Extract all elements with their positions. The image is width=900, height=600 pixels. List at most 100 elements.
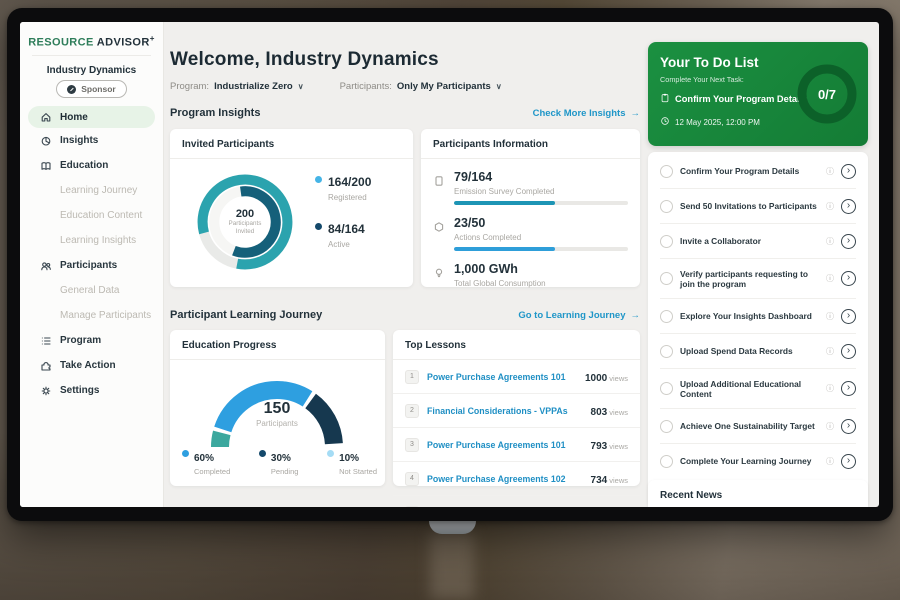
task-checkbox[interactable] — [660, 235, 673, 248]
legend-item-active: 84/164 Active — [315, 220, 371, 249]
lesson-link[interactable]: Power Purchase Agreements 101 — [427, 440, 583, 450]
sidebar-item-program[interactable]: Program — [20, 328, 163, 353]
sidebar-item-learning-insights[interactable]: Learning Insights — [20, 228, 163, 253]
sidebar-item-participants[interactable]: Participants — [20, 253, 163, 278]
info-icon[interactable]: ⓘ — [826, 273, 834, 284]
main-content: Welcome, Industry Dynamics Program: Indu… — [170, 22, 640, 507]
sidebar-item-label: Education — [60, 160, 108, 171]
legend-value: 84/164 — [328, 222, 365, 236]
task-label[interactable]: Verify participants requesting to join t… — [680, 269, 819, 289]
info-icon[interactable]: ⓘ — [826, 201, 834, 212]
book-icon — [40, 160, 52, 172]
views-suffix: views — [609, 408, 628, 417]
legend-dot — [327, 450, 334, 457]
arrow-right-icon: → — [631, 310, 641, 321]
task-checkbox[interactable] — [660, 272, 673, 285]
task-checkbox[interactable] — [660, 200, 673, 213]
monitor-frame: RESOURCE ADVISOR+ Industry Dynamics Spon… — [7, 8, 893, 521]
gauge-legend: 60% Completed 30% Pending 10% Not Starte… — [182, 448, 377, 476]
lesson-link[interactable]: Power Purchase Agreements 101 — [427, 372, 577, 382]
program-dropdown[interactable]: Program: Industrialize Zero ∨ — [170, 81, 304, 92]
sidebar-item-take-action[interactable]: Take Action — [20, 353, 163, 378]
sidebar-item-label: Home — [60, 112, 88, 123]
legend-dot — [315, 223, 322, 230]
sidebar-item-manage-participants[interactable]: Manage Participants — [20, 303, 163, 328]
task-label[interactable]: Upload Spend Data Records — [680, 346, 819, 356]
todo-due-date: 12 May 2025, 12:00 PM — [675, 118, 760, 127]
task-open-button[interactable]: › — [841, 309, 856, 324]
task-label[interactable]: Achieve One Sustainability Target — [680, 421, 819, 431]
task-open-button[interactable]: › — [841, 344, 856, 359]
donut-center-caption: Invited — [236, 228, 255, 236]
task-open-button[interactable]: › — [841, 199, 856, 214]
sponsor-badge-icon — [67, 85, 76, 94]
info-icon[interactable]: ⓘ — [826, 421, 834, 432]
sidebar-item-insights[interactable]: Insights — [20, 128, 163, 153]
sidebar-item-education[interactable]: Education — [20, 153, 163, 178]
lesson-row: 5 Power Purchase Agreements 103 600views — [393, 496, 640, 507]
sidebar-item-learning-journey[interactable]: Learning Journey — [20, 178, 163, 203]
link-label: Go to Learning Journey — [518, 310, 625, 321]
info-icon[interactable]: ⓘ — [826, 383, 834, 394]
participants-value: Only My Participants — [397, 81, 491, 92]
insights-cards-row: Invited Participants 200 Participants In… — [170, 129, 640, 287]
info-icon[interactable]: ⓘ — [826, 166, 834, 177]
todo-summary-card: Your To Do List Complete Your Next Task:… — [648, 42, 868, 146]
legend-value: 10% — [339, 453, 359, 464]
task-open-button[interactable]: › — [841, 381, 856, 396]
participants-label: Participants: — [340, 81, 392, 92]
legend-label: Completed — [194, 467, 230, 476]
task-row: Invite a Collaborator ⓘ › — [660, 224, 856, 259]
puzzle-icon — [40, 360, 52, 372]
task-row: Confirm Your Program Details ⓘ › — [660, 154, 856, 189]
stat-value: 23/50 — [454, 216, 485, 230]
lesson-row: 2 Financial Considerations - VPPAs 803vi… — [393, 394, 640, 428]
task-open-button[interactable]: › — [841, 164, 856, 179]
sponsor-badge[interactable]: Sponsor — [56, 80, 126, 98]
task-row: Verify participants requesting to join t… — [660, 259, 856, 299]
info-icon[interactable]: ⓘ — [826, 346, 834, 357]
info-icon[interactable]: ⓘ — [826, 456, 834, 467]
task-label[interactable]: Invite a Collaborator — [680, 236, 819, 246]
info-icon[interactable]: ⓘ — [826, 236, 834, 247]
task-open-button[interactable]: › — [841, 419, 856, 434]
task-checkbox[interactable] — [660, 382, 673, 395]
task-open-button[interactable]: › — [841, 234, 856, 249]
participants-dropdown[interactable]: Participants: Only My Participants ∨ — [340, 81, 502, 92]
check-more-insights-link[interactable]: Check More Insights → — [533, 108, 640, 119]
donut-center-value: 200 — [236, 208, 254, 220]
chevron-down-icon: ∨ — [496, 82, 502, 91]
task-checkbox[interactable] — [660, 420, 673, 433]
task-label[interactable]: Explore Your Insights Dashboard — [680, 311, 819, 321]
org-name: Industry Dynamics — [20, 65, 163, 76]
task-checkbox[interactable] — [660, 345, 673, 358]
sidebar-item-home[interactable]: Home — [28, 106, 155, 128]
legend-label: Active — [328, 240, 365, 249]
lesson-link[interactable]: Power Purchase Agreements 102 — [427, 474, 583, 484]
task-label[interactable]: Complete Your Learning Journey — [680, 456, 819, 466]
sidebar-item-education-content[interactable]: Education Content — [20, 203, 163, 228]
go-to-learning-journey-link[interactable]: Go to Learning Journey → — [518, 310, 640, 321]
sidebar-item-general-data[interactable]: General Data — [20, 278, 163, 303]
task-label[interactable]: Confirm Your Program Details — [680, 166, 819, 176]
lesson-rank: 3 — [405, 438, 419, 452]
task-open-button[interactable]: › — [841, 454, 856, 469]
task-checkbox[interactable] — [660, 310, 673, 323]
task-checkbox[interactable] — [660, 165, 673, 178]
task-open-button[interactable]: › — [841, 271, 856, 286]
home-icon — [40, 111, 52, 123]
gauge-center-caption: Participants — [202, 419, 352, 428]
task-label[interactable]: Upload Additional Educational Content — [680, 379, 819, 399]
invited-participants-card: Invited Participants 200 Participants In… — [170, 129, 413, 287]
task-label[interactable]: Send 50 Invitations to Participants — [680, 201, 819, 211]
clipboard-icon — [660, 90, 670, 108]
card-title: Participants Information — [421, 129, 640, 159]
people-icon — [40, 260, 52, 272]
task-checkbox[interactable] — [660, 455, 673, 468]
lesson-link[interactable]: Financial Considerations - VPPAs — [427, 406, 583, 416]
donut-center-caption: Participants — [229, 220, 262, 228]
views-suffix: views — [609, 476, 628, 485]
sidebar-item-settings[interactable]: Settings — [20, 378, 163, 403]
sidebar-item-label: Learning Journey — [60, 185, 137, 196]
info-icon[interactable]: ⓘ — [826, 311, 834, 322]
